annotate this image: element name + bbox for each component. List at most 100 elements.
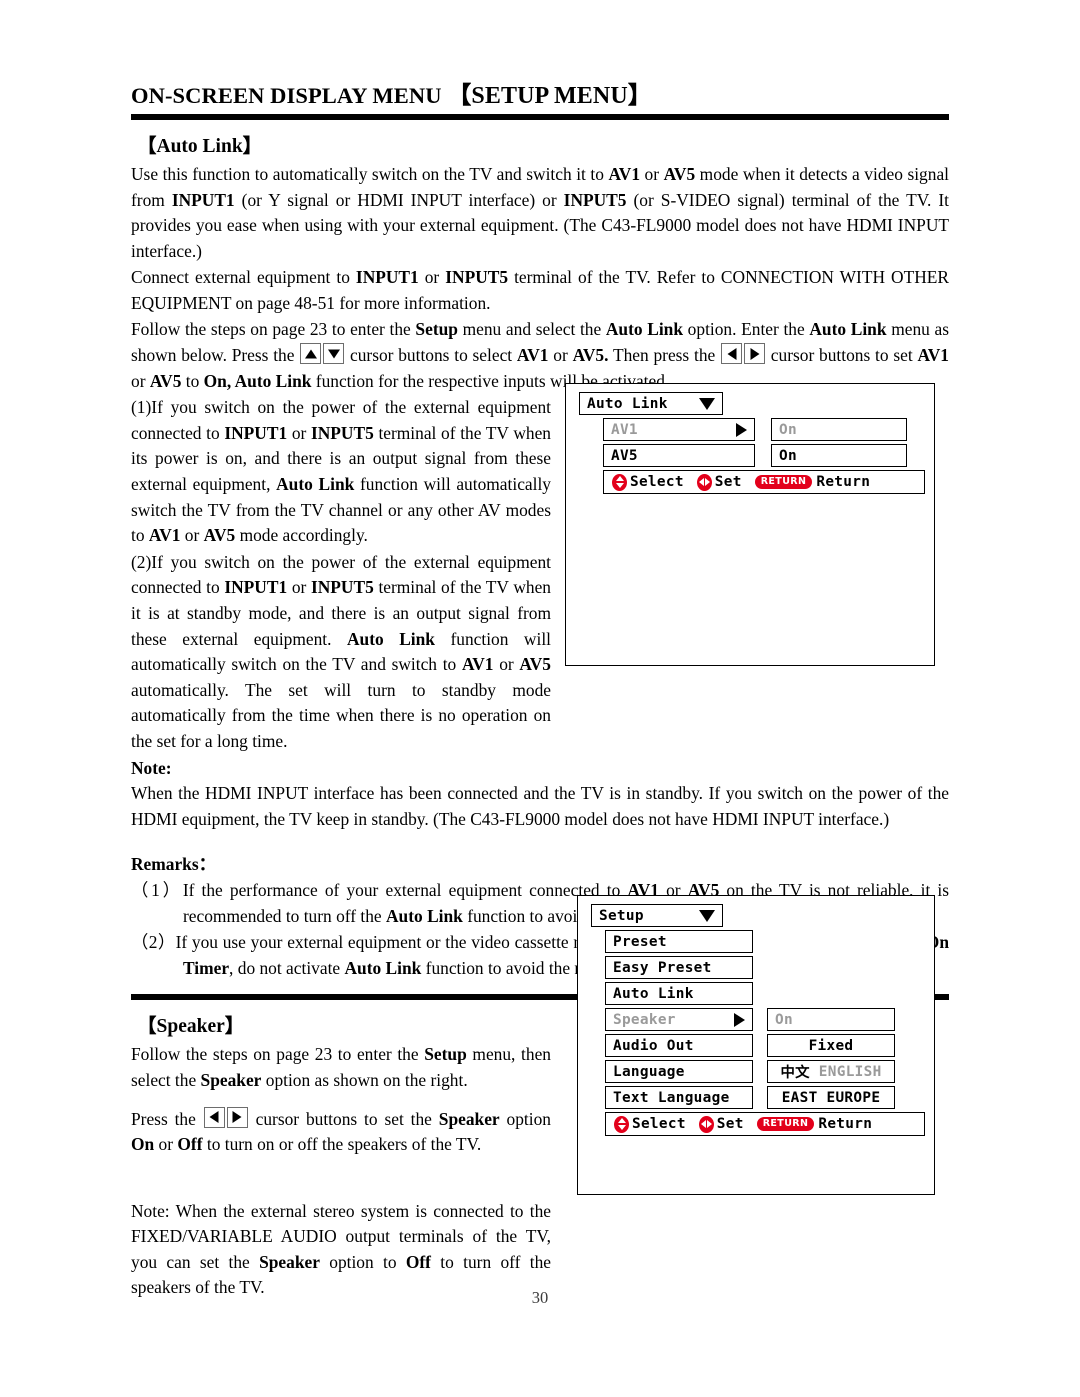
osd-setup-footer: Select Set RETURN Return [605, 1112, 925, 1136]
text-run: to turn on or off the speakers of the TV… [202, 1134, 482, 1155]
osd-label-text: Speaker [613, 1011, 676, 1028]
osd-label-text: AV5 [611, 447, 638, 464]
osd-auto-link-body: Auto Link AV1 On AV5 On Select Set RETUR… [566, 384, 934, 502]
document-page: ON-SCREEN DISPLAY MENU 【SETUP MENU】 【Aut… [131, 0, 949, 1397]
text-run-bold: INPUT5 [563, 189, 627, 210]
osd-footer-set-label: Set [714, 474, 742, 490]
osd-setup-row-audio-out[interactable]: Audio Out Fixed [587, 1034, 925, 1057]
text-run: cursor buttons to select [345, 345, 517, 366]
osd-setup-row-preset[interactable]: Preset [587, 930, 925, 953]
remark-number: （2） [131, 932, 176, 953]
osd-label-text: Easy Preset [613, 959, 712, 976]
auto-link-item-1: (1)If you switch on the power of the ext… [131, 395, 551, 549]
osd-setup-value-text-language[interactable]: EAST EUROPE [767, 1086, 895, 1109]
osd-setup-value-language[interactable]: 中文 ENGLISH [767, 1060, 895, 1083]
text-run: automatically. The set will turn to stan… [131, 679, 551, 751]
remarks-label: Remarks： [131, 854, 217, 875]
text-run: option [499, 1108, 551, 1129]
text-run: mode accordingly. [235, 525, 368, 546]
chevron-down-icon [699, 397, 715, 410]
osd-setup-row-easy-preset[interactable]: Easy Preset [587, 956, 925, 979]
auto-link-paragraph-2: Connect external equipment to INPUT1 or … [131, 265, 949, 316]
osd-setup-title-label: Setup [599, 907, 644, 924]
text-run-bold: INPUT1 [355, 267, 419, 288]
text-run: menu and select the [457, 319, 606, 340]
osd-label-text: AV1 [611, 421, 638, 438]
osd-setup-label-preset[interactable]: Preset [605, 930, 753, 953]
osd-setup-value-audio-out[interactable]: Fixed [767, 1034, 895, 1057]
arrow-right-icon [734, 1012, 745, 1027]
osd-item-value-av5[interactable]: On [771, 444, 907, 467]
osd-auto-link-menu[interactable]: Auto Link AV1 On AV5 On Select Set RETUR… [565, 383, 935, 666]
text-run: or [548, 345, 573, 366]
osd-item-label-av1[interactable]: AV1 [603, 418, 755, 441]
osd-setup-title[interactable]: Setup [591, 904, 723, 927]
arrow-right-icon [736, 422, 747, 437]
text-run-bold: On, Auto Link [203, 370, 312, 391]
return-badge-icon: RETURN [756, 1117, 815, 1131]
cursor-down-icon [323, 343, 345, 365]
text-run: Use this function to automatically switc… [131, 163, 609, 184]
page-title-bracketed: 【SETUP MENU】 [447, 83, 652, 109]
osd-setup-label-text-language[interactable]: Text Language [605, 1086, 753, 1109]
auto-link-item-2: (2)If you switch on the power of the ext… [131, 550, 551, 755]
speaker-text-column: Follow the steps on page 23 to enter the… [131, 1042, 551, 1301]
osd-setup-label-audio-out[interactable]: Audio Out [605, 1034, 753, 1057]
page-title: ON-SCREEN DISPLAY MENU 【SETUP MENU】 [131, 0, 949, 110]
text-run: option. Enter the [683, 319, 810, 340]
osd-setup-label-language[interactable]: Language [605, 1060, 753, 1083]
osd-setup-menu[interactable]: Setup Preset Easy Preset Auto Link Speak… [577, 895, 935, 1195]
remark-number: （1） [131, 879, 183, 900]
text-run-bold: AV5 [203, 525, 236, 546]
text-run: cursor buttons to set the [248, 1108, 439, 1129]
osd-setup-label-auto-link[interactable]: Auto Link [605, 982, 753, 1005]
osd-auto-link-footer: Select Set RETURN Return [603, 470, 925, 494]
text-run-bold: On [131, 1134, 155, 1155]
text-run-bold: Auto Link [605, 319, 684, 340]
text-run-bold: Auto Link [386, 905, 463, 926]
osd-item-label-av5[interactable]: AV5 [603, 444, 755, 467]
text-run-bold: INPUT5 [310, 422, 374, 443]
auto-link-note-text: When the HDMI INPUT interface has been c… [131, 783, 949, 829]
osd-row-av5[interactable]: AV5 On [575, 444, 925, 467]
osd-setup-label-speaker[interactable]: Speaker [605, 1008, 753, 1031]
osd-row-av1[interactable]: AV1 On [575, 418, 925, 441]
text-run: option to [319, 1251, 406, 1272]
return-badge-icon: RETURN [754, 475, 813, 489]
cursor-up-icon [300, 343, 322, 365]
text-run: or [154, 1134, 178, 1155]
osd-language-english: ENGLISH [818, 1063, 882, 1080]
text-run: Press the [131, 1108, 203, 1129]
text-run-bold: Speaker [438, 1108, 500, 1129]
text-run-bold: AV1 [516, 345, 549, 366]
section-heading-auto-link: 【Auto Link】 [137, 135, 263, 157]
note-label-auto-link: Note: [131, 757, 172, 778]
updown-arrows-icon [614, 1115, 629, 1133]
text-run-bold: INPUT1 [171, 189, 235, 210]
text-run-bold: AV5 [149, 370, 182, 391]
text-run: , do not activate [229, 957, 345, 978]
text-run: or [640, 163, 664, 184]
osd-setup-value-speaker[interactable]: On [767, 1008, 895, 1031]
text-run-bold: INPUT5 [445, 267, 509, 288]
text-run-bold: Auto Link [809, 319, 887, 340]
text-run-bold: Speaker [259, 1251, 320, 1272]
osd-language-cjk: 中文 [780, 1065, 810, 1081]
text-run-bold: Auto Link [276, 474, 355, 495]
osd-setup-row-auto-link[interactable]: Auto Link [587, 982, 925, 1005]
osd-footer-return-label: Return [818, 1116, 873, 1132]
osd-setup-row-speaker[interactable]: Speaker On [587, 1008, 925, 1031]
text-run: option as shown on the right. [261, 1069, 468, 1090]
osd-item-value-av1[interactable]: On [771, 418, 907, 441]
auto-link-paragraph-1: Use this function to automatically switc… [131, 162, 949, 264]
auto-link-numbered-items: (1)If you switch on the power of the ext… [131, 395, 551, 781]
osd-setup-row-language[interactable]: Language 中文 ENGLISH [587, 1060, 925, 1083]
text-run: Connect external equipment to [131, 267, 356, 288]
osd-setup-row-text-language[interactable]: Text Language EAST EUROPE [587, 1086, 925, 1109]
osd-setup-label-easy-preset[interactable]: Easy Preset [605, 956, 753, 979]
text-run-bold: INPUT1 [224, 577, 288, 598]
text-run-bold: INPUT5 [310, 577, 374, 598]
osd-menu-title[interactable]: Auto Link [579, 392, 723, 415]
page-number: 30 [531, 1288, 549, 1307]
osd-label-text: Auto Link [613, 985, 694, 1002]
